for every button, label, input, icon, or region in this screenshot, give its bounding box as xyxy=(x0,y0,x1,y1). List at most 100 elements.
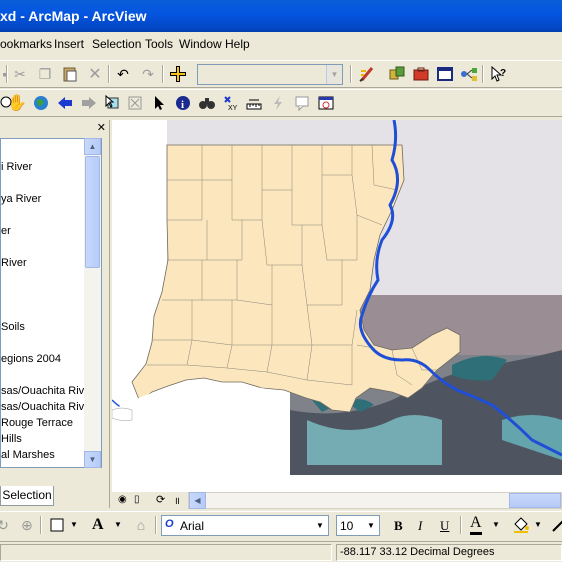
whats-this-icon[interactable]: ? xyxy=(487,63,509,85)
menu-tools[interactable]: Tools xyxy=(145,37,173,51)
layer-item[interactable]: al Marshes xyxy=(1,449,55,461)
layer-item[interactable]: ya River xyxy=(1,193,41,205)
layer-item[interactable]: egions 2004 xyxy=(1,353,61,365)
chevron-down-icon[interactable]: ▼ xyxy=(534,520,542,529)
separator xyxy=(40,516,42,534)
undo-icon[interactable]: ↶ xyxy=(112,63,134,85)
chevron-down-icon[interactable]: ▼ xyxy=(70,520,78,529)
font-size-value: 10 xyxy=(340,519,354,533)
command-line-icon[interactable] xyxy=(434,63,456,85)
pause-drawing-icon[interactable]: ॥ xyxy=(174,493,180,507)
create-viewer-window-icon[interactable] xyxy=(315,92,337,114)
edit-vertices-icon[interactable]: ⌂ xyxy=(130,514,152,536)
add-data-icon[interactable] xyxy=(167,63,189,85)
bold-button[interactable]: B xyxy=(394,518,403,534)
copy-icon[interactable]: ❐ xyxy=(34,63,56,85)
draw-toolbar: ↻ ⊕ ▼ A ▼ ⌂ O Arial ▼ 10 ▼ B I U A ▼ ▼ xyxy=(0,511,562,539)
identify-icon[interactable]: i xyxy=(172,92,194,114)
menu-window[interactable]: Window xyxy=(179,37,222,51)
menu-bar: ookmarks Insert Selection Tools Window H… xyxy=(0,34,562,56)
chevron-down-icon[interactable]: ▼ xyxy=(363,516,379,535)
standard-toolbar: ▪ ✂ ❐ ✕ ↶ ↷ ▼ ? xyxy=(0,60,562,88)
map-scrollbar-row: ◉ ▯ ⟳ ॥ ◀ xyxy=(112,492,562,509)
svg-text:XY: XY xyxy=(228,105,238,112)
chevron-down-icon[interactable]: ▼ xyxy=(312,516,328,535)
scroll-down-icon[interactable]: ▼ xyxy=(84,451,101,468)
separator xyxy=(350,65,352,83)
select-elements-icon[interactable] xyxy=(148,92,170,114)
map-scale-combo[interactable]: ▼ xyxy=(197,64,343,85)
back-icon[interactable] xyxy=(54,92,76,114)
chevron-down-icon[interactable]: ▼ xyxy=(492,520,500,529)
new-text-icon[interactable]: A xyxy=(92,516,104,534)
clear-selection-icon[interactable] xyxy=(124,92,146,114)
zoom-tool-icon[interactable]: ⊕ xyxy=(16,514,38,536)
menu-help[interactable]: Help xyxy=(225,37,250,51)
hyperlink-icon[interactable] xyxy=(267,92,289,114)
menu-insert[interactable]: Insert xyxy=(54,37,84,51)
rectangle-tool-icon[interactable] xyxy=(46,514,68,536)
scroll-left-icon[interactable]: ◀ xyxy=(189,492,206,509)
layer-item[interactable]: Soils xyxy=(1,321,25,333)
select-features-icon[interactable] xyxy=(101,92,123,114)
editor-toolbar-icon[interactable] xyxy=(356,63,378,85)
scroll-thumb[interactable] xyxy=(85,156,100,268)
go-to-xy-icon[interactable]: XY xyxy=(220,92,242,114)
layer-item[interactable]: i River xyxy=(1,161,32,173)
forward-icon[interactable] xyxy=(78,92,100,114)
layer-item[interactable]: sas/Ouachita Rive xyxy=(1,401,90,413)
font-size-combo[interactable]: 10 ▼ xyxy=(336,515,380,536)
map-tips-icon[interactable] xyxy=(291,92,313,114)
window-title: xd - ArcMap - ArcView xyxy=(0,8,147,24)
delete-icon[interactable]: ✕ xyxy=(84,63,106,85)
paste-icon[interactable] xyxy=(59,63,81,85)
arctoolbox-icon[interactable] xyxy=(410,63,432,85)
line-color-icon[interactable] xyxy=(548,514,562,536)
toc-scrollbar[interactable]: ▲ ▼ xyxy=(84,138,101,468)
layer-item[interactable]: Rouge Terrace xyxy=(1,417,73,429)
underline-button[interactable]: U xyxy=(440,518,449,534)
measure-icon[interactable] xyxy=(243,92,265,114)
full-extent-icon[interactable] xyxy=(30,92,52,114)
font-color-button[interactable]: A xyxy=(470,514,482,535)
svg-text:i: i xyxy=(181,99,184,111)
coordinate-readout: -88.117 33.12 Decimal Degrees xyxy=(336,544,562,561)
italic-button[interactable]: I xyxy=(418,518,422,534)
tools-toolbar: ✋ i XY xyxy=(0,89,562,117)
fill-color-icon[interactable] xyxy=(510,514,532,536)
cut-icon[interactable]: ✂ xyxy=(9,63,31,85)
modelbuilder-icon[interactable] xyxy=(458,63,480,85)
menu-bookmarks[interactable]: ookmarks xyxy=(0,37,52,51)
status-bar: -88.117 33.12 Decimal Degrees xyxy=(0,541,562,562)
map-view[interactable] xyxy=(112,120,562,492)
layout-view-icon[interactable]: ▯ xyxy=(134,494,140,505)
find-icon[interactable] xyxy=(196,92,218,114)
chevron-down-icon[interactable]: ▼ xyxy=(326,65,342,84)
redo-icon[interactable]: ↷ xyxy=(137,63,159,85)
data-view-icon[interactable]: ◉ xyxy=(118,494,127,505)
chevron-down-icon[interactable]: ▼ xyxy=(114,520,122,529)
layer-item[interactable]: sas/Ouachita Rive xyxy=(1,385,90,397)
refresh-icon[interactable]: ⟳ xyxy=(156,493,165,506)
svg-text:?: ? xyxy=(500,68,506,79)
separator xyxy=(6,65,8,83)
layer-item[interactable]: er xyxy=(1,225,11,237)
layer-item[interactable]: Hills xyxy=(1,433,22,445)
scroll-thumb[interactable] xyxy=(509,493,561,508)
separator xyxy=(482,65,484,83)
font-type-icon: O xyxy=(165,518,174,530)
font-name-combo[interactable]: O Arial ▼ xyxy=(161,515,329,536)
layer-item[interactable]: River xyxy=(1,257,27,269)
separator xyxy=(155,516,157,534)
separator xyxy=(162,65,164,83)
pan-icon[interactable]: ✋ xyxy=(6,92,28,114)
status-message xyxy=(0,544,332,561)
separator xyxy=(460,516,462,534)
menu-selection[interactable]: Selection xyxy=(92,37,141,51)
horizontal-scrollbar[interactable]: ◀ xyxy=(188,492,562,509)
rotate-icon[interactable]: ↻ xyxy=(0,514,14,536)
arccatalog-icon[interactable] xyxy=(386,63,408,85)
close-icon[interactable]: ✕ xyxy=(97,121,106,134)
scroll-up-icon[interactable]: ▲ xyxy=(84,138,101,155)
tab-selection[interactable]: Selection xyxy=(0,486,54,506)
